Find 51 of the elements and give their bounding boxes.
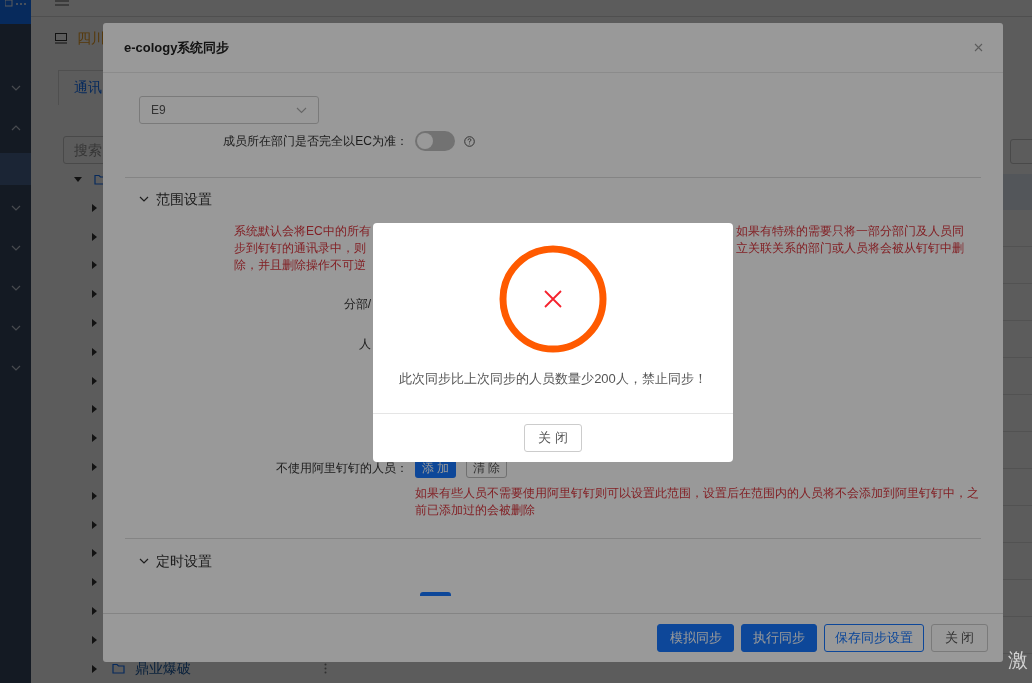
tree-toggle-icon[interactable] [89, 433, 99, 444]
table-row [1003, 173, 1032, 210]
dialog-button[interactable]: 模拟同步 [657, 624, 734, 652]
tree-toggle-icon[interactable] [89, 289, 99, 300]
tree-toggle-icon[interactable] [89, 375, 99, 386]
tree-toggle-icon[interactable] [89, 260, 99, 271]
tree-toggle-icon[interactable] [89, 519, 99, 530]
close-button[interactable]: 关 闭 [524, 424, 582, 452]
dialog-title: e-cology系统同步 [124, 38, 230, 57]
caret-icon [296, 106, 307, 114]
dialog-button[interactable]: 执行同步 [741, 624, 817, 652]
tree-toggle-icon[interactable] [89, 663, 99, 674]
warning-text: 如果有些人员不需要使用阿里钉钉则可以设置此范围，设置后在范围内的人员将不会添加到阿里钉钉中，之前已添加过的会被删除 [415, 485, 980, 519]
tree-toggle-icon[interactable] [89, 490, 99, 501]
version-select[interactable]: E9 [139, 96, 319, 124]
warning-text: 系统默认会将EC中的所有 [234, 223, 372, 240]
tree-toggle-icon[interactable] [89, 346, 99, 357]
warning-text: 步到钉钉的通讯录中，则 [234, 240, 367, 257]
help-icon[interactable] [464, 135, 475, 147]
tree-toggle-icon[interactable] [89, 577, 99, 588]
tree-toggle-icon[interactable] [89, 548, 99, 559]
close-icon[interactable] [974, 43, 983, 52]
button-edge[interactable] [420, 592, 451, 596]
warning-text: 除，并且删除操作不可逆 [234, 257, 367, 274]
warning-text: 如果有特殊的需要只将一部分部门及人员同 [736, 223, 964, 240]
toggle-switch[interactable] [415, 131, 455, 151]
tree-toggle-icon[interactable] [89, 231, 99, 242]
error-icon [499, 245, 607, 353]
monitor-icon [55, 33, 67, 45]
tree-toggle-icon[interactable] [89, 202, 99, 213]
tree-toggle-icon[interactable] [89, 634, 99, 645]
tree-toggle-icon[interactable] [89, 606, 99, 616]
tree-item-label[interactable]: 鼎业爆破 [135, 658, 191, 680]
tree-toggle-icon[interactable] [89, 462, 99, 472]
menu-icon[interactable] [55, 0, 69, 6]
activation-notice: 激 [1008, 649, 1028, 671]
page-title: 四川 [77, 29, 105, 49]
folder-icon [112, 663, 125, 675]
section-title[interactable]: 范围设置 [156, 188, 212, 210]
warning-text: 立关联关系的部门或人员将会被从钉钉中删 [736, 240, 964, 257]
tree-toggle-icon[interactable] [89, 404, 99, 415]
toggle-label: 成员所在部门是否完全以EC为准： [222, 133, 408, 150]
field-label: 分部/ [342, 296, 371, 313]
field-label: 人 [358, 336, 371, 353]
section-title[interactable]: 定时设置 [156, 550, 212, 572]
app-menu-icon[interactable] [4, 0, 27, 8]
dialog-button[interactable]: 关 闭 [931, 624, 988, 652]
field-label: 不使用阿里钉钉的人员： [275, 460, 408, 477]
alert-message: 此次同步比上次同步的人员数量少200人，禁止同步！ [399, 370, 707, 388]
dialog-button[interactable]: 保存同步设置 [824, 624, 924, 652]
tree-toggle-icon[interactable] [89, 318, 99, 329]
